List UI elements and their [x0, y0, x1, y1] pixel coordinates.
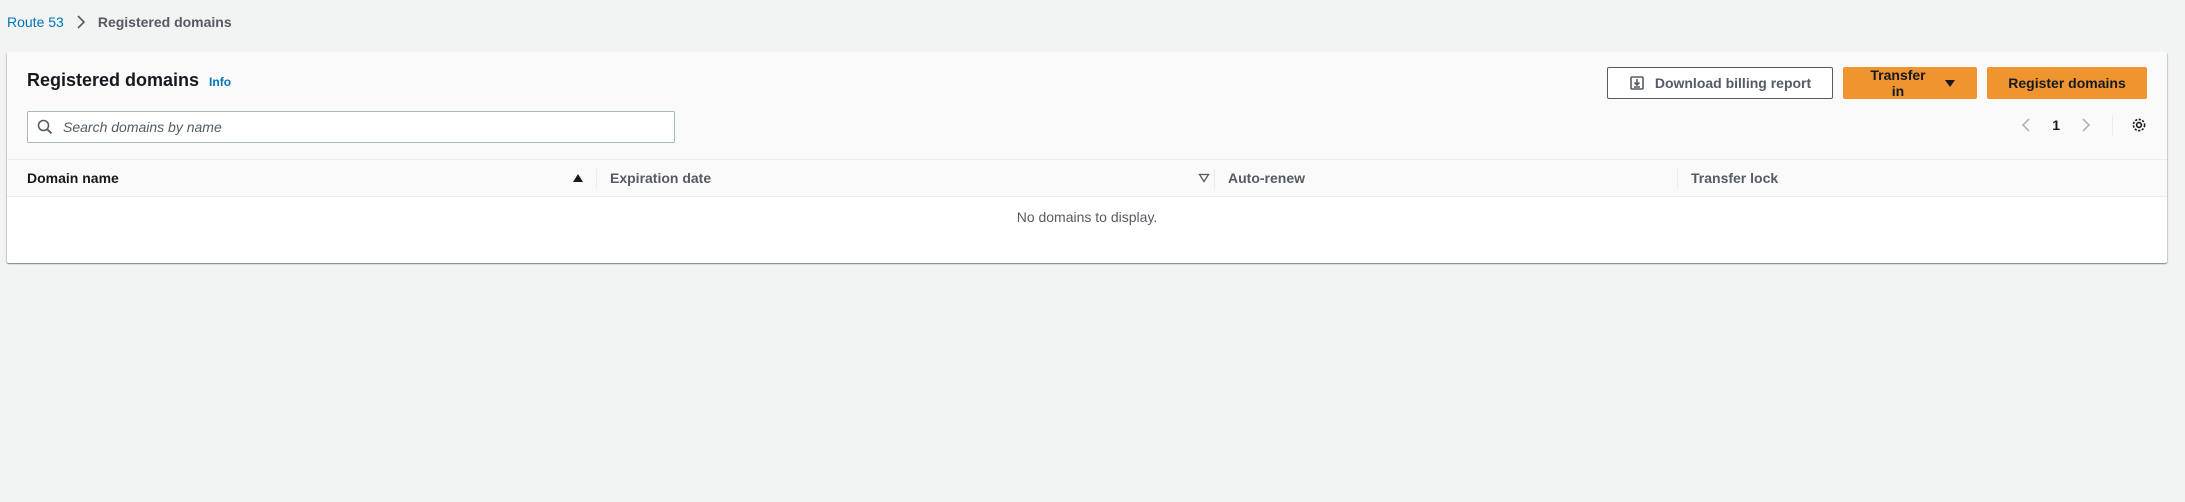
title-row: Registered domains Info [27, 70, 231, 91]
download-billing-report-button[interactable]: Download billing report [1607, 67, 1833, 99]
next-page-icon[interactable] [2078, 117, 2094, 133]
settings-gear-icon[interactable] [2131, 117, 2147, 133]
register-domains-button[interactable]: Register domains [1987, 67, 2147, 99]
sort-ascending-icon [572, 172, 584, 184]
transfer-in-label: Transfer in [1870, 67, 1926, 99]
caret-down-icon [1944, 77, 1956, 89]
previous-page-icon[interactable] [2018, 117, 2034, 133]
download-billing-report-label: Download billing report [1654, 75, 1812, 91]
column-divider[interactable] [1214, 169, 1215, 189]
column-header-transfer-lock[interactable]: Transfer lock [1691, 160, 2141, 196]
search-icon [37, 119, 53, 135]
info-link[interactable]: Info [209, 75, 231, 89]
table-header: Domain name Expiration date Auto-renew T… [7, 159, 2167, 197]
breadcrumb: Route 53 Registered domains [7, 14, 232, 30]
column-header-label: Domain name [27, 170, 119, 186]
panel-header: Registered domains Info Download billing… [7, 52, 2167, 159]
search-field[interactable] [27, 111, 675, 143]
column-header-label: Expiration date [610, 170, 712, 186]
chevron-right-icon [74, 15, 88, 29]
header-actions: Download billing report Transfer in Regi… [1607, 67, 2147, 99]
empty-state-message: No domains to display. [1016, 209, 1158, 225]
search-input[interactable] [61, 112, 674, 142]
column-header-domain-name[interactable]: Domain name [27, 160, 584, 196]
breadcrumb-current: Registered domains [97, 14, 232, 30]
download-icon [1629, 75, 1645, 91]
column-divider[interactable] [1677, 169, 1678, 189]
column-header-expiration-date[interactable]: Expiration date [610, 160, 1210, 196]
page-title: Registered domains [27, 70, 200, 90]
breadcrumb-route53-link[interactable]: Route 53 [7, 14, 64, 30]
current-page[interactable]: 1 [2052, 117, 2060, 133]
column-divider[interactable] [596, 169, 597, 189]
sort-descending-outline-icon [1198, 172, 1210, 184]
transfer-in-button[interactable]: Transfer in [1843, 67, 1977, 99]
registered-domains-panel: Registered domains Info Download billing… [7, 52, 2167, 263]
column-header-auto-renew[interactable]: Auto-renew [1228, 160, 1678, 196]
pagination: 1 [2018, 115, 2147, 135]
pager-divider [2112, 115, 2113, 135]
